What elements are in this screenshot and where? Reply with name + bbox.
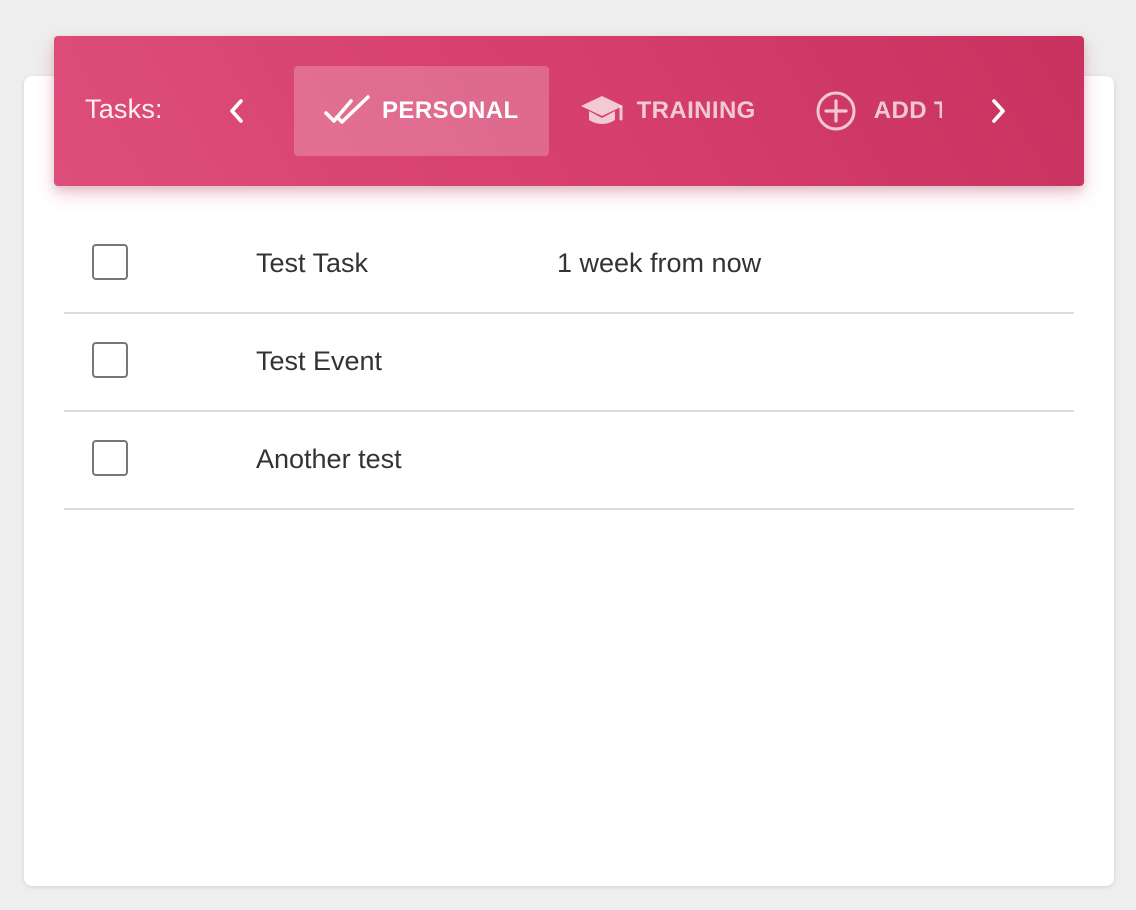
double-check-icon: [324, 93, 370, 129]
tab-add-task-list-label: ADD TASK LIST: [873, 97, 942, 124]
task-checkbox[interactable]: [92, 342, 128, 378]
task-list: Test Task 1 week from now Test Event Ano…: [64, 216, 1074, 510]
tabs-strip: PERSONAL TRAINING ADD T: [294, 66, 942, 156]
tab-personal-label: PERSONAL: [382, 97, 519, 124]
tasks-label: Tasks:: [85, 94, 163, 124]
task-title: Another test: [256, 444, 402, 474]
task-row: Test Task 1 week from now: [64, 216, 1074, 314]
task-checkbox[interactable]: [92, 440, 128, 476]
tabs-prev-button[interactable]: [220, 94, 254, 128]
tab-training-label: TRAINING: [636, 97, 756, 124]
tab-add-task-list[interactable]: ADD TASK LIST: [786, 66, 942, 156]
task-row: Another test: [64, 412, 1074, 510]
tabs-next-button[interactable]: [981, 94, 1015, 128]
card-header: Tasks: PERSONAL TRAINING ADD T: [54, 36, 1084, 186]
graduation-cap-icon: [579, 93, 625, 129]
task-title: Test Task: [256, 248, 369, 278]
task-title: Test Event: [256, 346, 383, 376]
task-due-date: 1 week from now: [557, 248, 762, 278]
chevron-left-icon: [230, 99, 243, 123]
tabs-viewport: PERSONAL TRAINING ADD T: [294, 66, 942, 156]
task-checkbox[interactable]: [92, 244, 128, 280]
task-row: Test Event: [64, 314, 1074, 412]
chevron-right-icon: [992, 99, 1005, 123]
tab-personal[interactable]: PERSONAL: [294, 66, 549, 156]
tab-training[interactable]: TRAINING: [549, 66, 786, 156]
add-circle-icon: [816, 91, 862, 131]
